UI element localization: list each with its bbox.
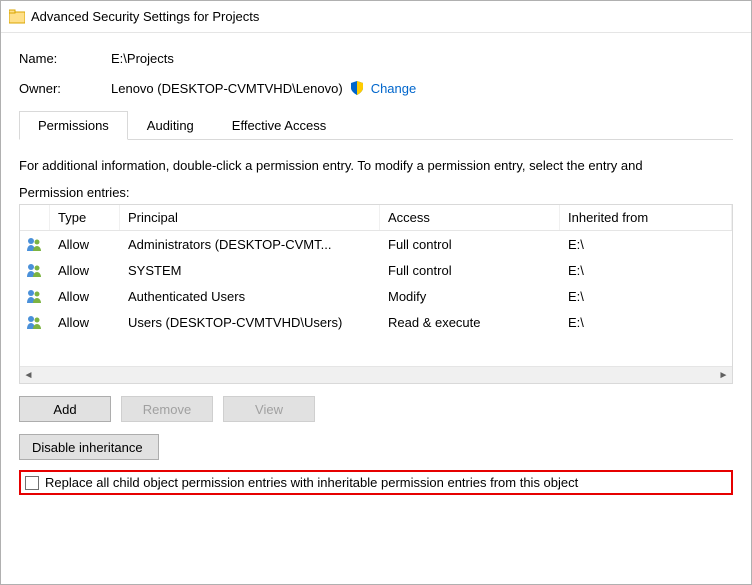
users-icon <box>20 286 50 306</box>
scroll-right-arrow[interactable]: ► <box>715 367 732 384</box>
owner-value: Lenovo (DESKTOP-CVMTVHD\Lenovo) <box>111 81 343 96</box>
table-row[interactable]: AllowUsers (DESKTOP-CVMTVHD\Users)Read &… <box>20 309 732 335</box>
cell-principal: Authenticated Users <box>120 287 380 306</box>
th-principal[interactable]: Principal <box>120 205 380 230</box>
th-inherited[interactable]: Inherited from <box>560 205 732 230</box>
advanced-security-window: Advanced Security Settings for Projects … <box>0 0 752 585</box>
cell-principal: Users (DESKTOP-CVMTVHD\Users) <box>120 313 380 332</box>
cell-inherited: E:\ <box>560 313 732 332</box>
cell-type: Allow <box>50 313 120 332</box>
cell-principal: SYSTEM <box>120 261 380 280</box>
change-owner-link[interactable]: Change <box>371 81 417 96</box>
scroll-left-arrow[interactable]: ◄ <box>20 367 37 384</box>
info-text: For additional information, double-click… <box>19 158 733 173</box>
owner-row: Owner: Lenovo (DESKTOP-CVMTVHD\Lenovo) C… <box>19 80 733 96</box>
name-label: Name: <box>19 51 111 66</box>
cell-type: Allow <box>50 287 120 306</box>
content-area: Name: E:\Projects Owner: Lenovo (DESKTOP… <box>1 33 751 495</box>
entries-label: Permission entries: <box>19 185 733 200</box>
table-header: Type Principal Access Inherited from <box>20 205 732 231</box>
name-row: Name: E:\Projects <box>19 51 733 66</box>
window-title: Advanced Security Settings for Projects <box>31 9 259 24</box>
shield-icon <box>349 80 365 96</box>
button-row-2: Disable inheritance <box>19 434 733 460</box>
table-body: AllowAdministrators (DESKTOP-CVMT...Full… <box>20 231 732 366</box>
users-icon <box>20 260 50 280</box>
tab-auditing[interactable]: Auditing <box>128 111 213 140</box>
folder-icon <box>9 9 25 25</box>
tab-effective-access[interactable]: Effective Access <box>213 111 345 140</box>
th-type[interactable]: Type <box>50 205 120 230</box>
cell-type: Allow <box>50 235 120 254</box>
horizontal-scrollbar[interactable]: ◄ ► <box>20 366 732 383</box>
disable-inheritance-button[interactable]: Disable inheritance <box>19 434 159 460</box>
replace-checkbox-row: Replace all child object permission entr… <box>19 470 733 495</box>
cell-inherited: E:\ <box>560 287 732 306</box>
name-value: E:\Projects <box>111 51 174 66</box>
button-row-1: Add Remove View <box>19 396 733 422</box>
table-row[interactable]: AllowSYSTEMFull controlE:\ <box>20 257 732 283</box>
add-button[interactable]: Add <box>19 396 111 422</box>
cell-inherited: E:\ <box>560 261 732 280</box>
tabs: Permissions Auditing Effective Access <box>19 110 733 140</box>
remove-button: Remove <box>121 396 213 422</box>
tab-permissions[interactable]: Permissions <box>19 111 128 140</box>
users-icon <box>20 234 50 254</box>
cell-type: Allow <box>50 261 120 280</box>
view-button: View <box>223 396 315 422</box>
cell-access: Modify <box>380 287 560 306</box>
replace-checkbox[interactable] <box>25 476 39 490</box>
cell-inherited: E:\ <box>560 235 732 254</box>
cell-access: Full control <box>380 261 560 280</box>
owner-label: Owner: <box>19 81 111 96</box>
table-row[interactable]: AllowAuthenticated UsersModifyE:\ <box>20 283 732 309</box>
users-icon <box>20 312 50 332</box>
replace-checkbox-label: Replace all child object permission entr… <box>45 475 578 490</box>
cell-access: Read & execute <box>380 313 560 332</box>
th-icon <box>20 205 50 230</box>
cell-access: Full control <box>380 235 560 254</box>
titlebar: Advanced Security Settings for Projects <box>1 1 751 33</box>
cell-principal: Administrators (DESKTOP-CVMT... <box>120 235 380 254</box>
th-access[interactable]: Access <box>380 205 560 230</box>
table-row[interactable]: AllowAdministrators (DESKTOP-CVMT...Full… <box>20 231 732 257</box>
permission-entries-table: Type Principal Access Inherited from All… <box>19 204 733 384</box>
